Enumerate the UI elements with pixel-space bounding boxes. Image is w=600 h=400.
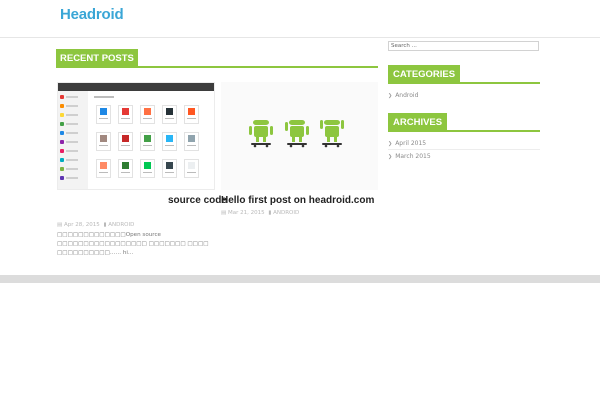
divider [388,149,540,150]
post-meta: ▤ Mar 21, 2015 ▮ ANDROID [221,210,299,216]
chevron-right-icon: ❯ [388,93,393,99]
calendar-icon: ▤ [221,210,227,216]
heading-rule [460,82,540,84]
post-thumbnail-hello-first-post[interactable] [221,82,378,190]
site-title[interactable]: Headroid [60,6,124,23]
recent-posts-label: RECENT POSTS [56,49,138,68]
post-title-hello-first-post[interactable]: Hello first post on headroid.com [221,195,374,206]
post-category[interactable]: ANDROID [108,222,134,228]
search-input[interactable]: Search ... [388,41,539,51]
chevron-right-icon: ❯ [388,154,393,160]
sidebar-archive-march-2015[interactable]: ❯ March 2015 [388,153,431,160]
site-header: Headroid [0,0,600,38]
android-robots-icon [249,120,344,148]
sidebar-archive-april-2015[interactable]: ❯ April 2015 [388,140,426,147]
post-date[interactable]: Mar 21, 2015 [228,210,265,216]
footer-bar [0,275,600,283]
category-label: Android [395,92,419,99]
post-meta: ▤ Apr 28, 2015 ▮ ANDROID [57,222,134,228]
recent-posts-heading: RECENT POSTS [56,49,378,68]
post-date[interactable]: Apr 28, 2015 [64,222,100,228]
calendar-icon: ▤ [57,222,63,228]
chevron-right-icon: ❯ [388,141,393,147]
categories-label: CATEGORIES [388,65,461,84]
post-thumbnail-source-code[interactable] [57,82,215,190]
archive-label: April 2015 [395,140,427,147]
archive-label: March 2015 [395,153,431,160]
screenshot-toolbar [58,83,214,91]
heading-rule [447,130,540,132]
post-category[interactable]: ANDROID [273,210,299,216]
folder-icon: ▮ [103,222,107,228]
archives-label: ARCHIVES [388,113,448,132]
archives-heading: ARCHIVES [388,113,540,132]
sidebar-category-android[interactable]: ❯ Android [388,92,418,99]
post-excerpt: □□□□□□□□□□□□□Open source □□□□□□□□□□□□□□□… [57,232,209,256]
screenshot-sidebar [58,91,88,189]
folder-icon: ▮ [268,210,272,216]
post-title-source-code[interactable]: source code [168,195,227,206]
heading-rule [137,66,378,68]
categories-heading: CATEGORIES [388,65,540,84]
